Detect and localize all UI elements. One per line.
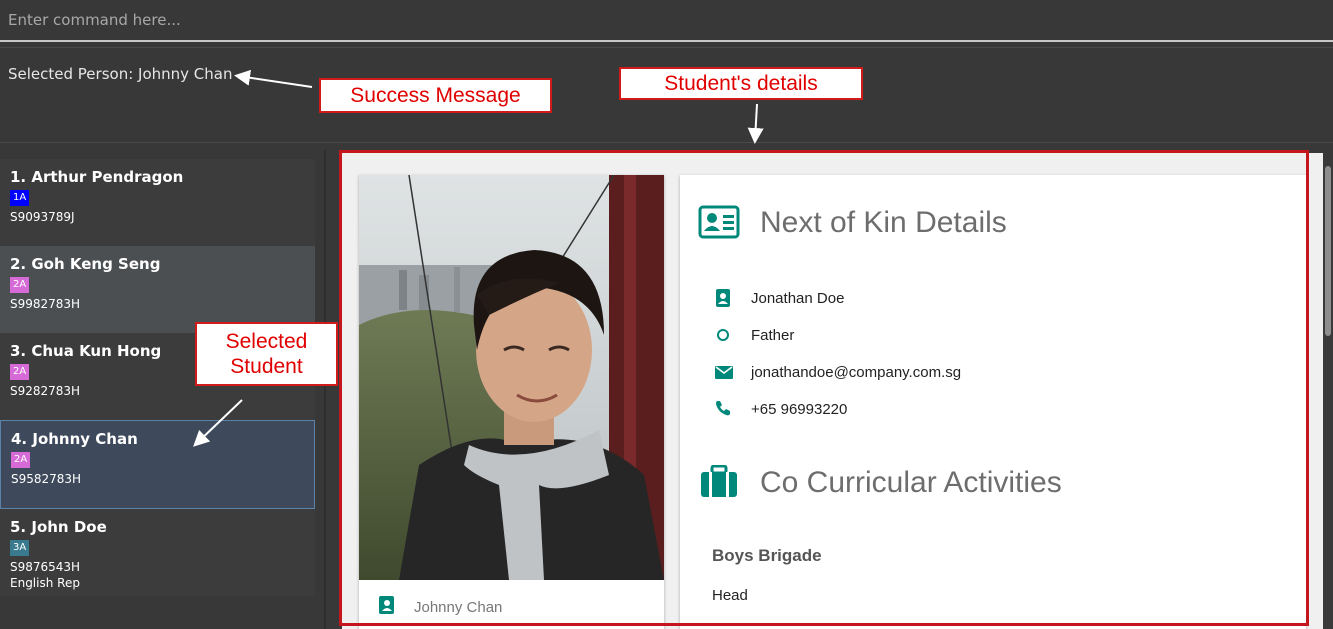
email-icon: [714, 364, 734, 384]
contact-card-icon: [378, 595, 396, 619]
command-input[interactable]: [0, 0, 1333, 40]
person-nric: S9982783H: [10, 297, 81, 311]
scrollbar-thumb[interactable]: [1325, 166, 1331, 336]
person-nric: S9876543H: [10, 560, 81, 574]
callout-line: Student: [230, 355, 303, 378]
callout-success-message: Success Message: [319, 78, 552, 113]
kin-phone: +65 96993220: [751, 401, 848, 418]
command-box[interactable]: [0, 0, 1333, 42]
kin-email: jonathandoe@company.com.sg: [751, 364, 962, 381]
class-tag: 2A: [10, 277, 30, 293]
circle-icon: [714, 326, 734, 346]
student-details-panel: Johnny Chan Next of Kin Details Jonathan…: [342, 153, 1323, 629]
photo-student-name: Johnny Chan: [414, 599, 503, 616]
person-name: 4. Johnny Chan: [11, 430, 138, 448]
result-message: Selected Person: Johnny Chan: [8, 65, 233, 83]
kin-name: Jonathan Doe: [751, 290, 845, 307]
person-nric: S9582783H: [11, 472, 82, 486]
person-nric: S9093789J: [10, 210, 75, 224]
cca-role: Head: [712, 587, 748, 604]
cca-name: Boys Brigade: [712, 546, 822, 565]
phone-icon: [714, 399, 734, 419]
person-card-selected[interactable]: 4. Johnny Chan 2A S9582783H: [0, 420, 315, 509]
contact-book-icon: [714, 288, 734, 308]
next-of-kin-heading: Next of Kin Details: [760, 206, 1007, 239]
person-role: English Rep: [10, 576, 80, 590]
callout-students-details: Student's details: [619, 67, 863, 100]
details-scrollbar[interactable]: [1323, 160, 1333, 629]
person-nric: S9282783H: [10, 384, 81, 398]
person-card[interactable]: 1. Arthur Pendragon 1A S9093789J: [0, 159, 315, 246]
splitter[interactable]: [324, 150, 326, 629]
person-name: 1. Arthur Pendragon: [10, 168, 184, 186]
id-card-icon: [698, 205, 740, 243]
class-tag: 2A: [10, 364, 30, 380]
student-photo: [359, 175, 664, 580]
class-tag: 2A: [11, 452, 31, 468]
person-card[interactable]: 2. Goh Keng Seng 2A S9982783H: [0, 246, 315, 333]
person-name: 2. Goh Keng Seng: [10, 255, 161, 273]
person-card[interactable]: 5. John Doe 3A S9876543H English Rep: [0, 509, 315, 596]
person-list[interactable]: 1. Arthur Pendragon 1A S9093789J 2. Goh …: [0, 150, 324, 629]
callout-line: Selected: [225, 330, 308, 353]
briefcase-icon: [699, 464, 739, 503]
class-tag: 3A: [10, 540, 30, 556]
photo-card: Johnny Chan: [359, 175, 664, 629]
cca-heading: Co Curricular Activities: [760, 466, 1062, 499]
callout-selected-student: Selected Student: [195, 322, 338, 386]
class-tag: 1A: [10, 190, 30, 206]
kin-relationship: Father: [751, 327, 795, 344]
divider: [0, 47, 1333, 48]
person-name: 3. Chua Kun Hong: [10, 342, 162, 360]
person-name: 5. John Doe: [10, 518, 107, 536]
info-card: Next of Kin Details Jonathan Doe Father …: [680, 175, 1306, 629]
divider: [0, 142, 1333, 143]
